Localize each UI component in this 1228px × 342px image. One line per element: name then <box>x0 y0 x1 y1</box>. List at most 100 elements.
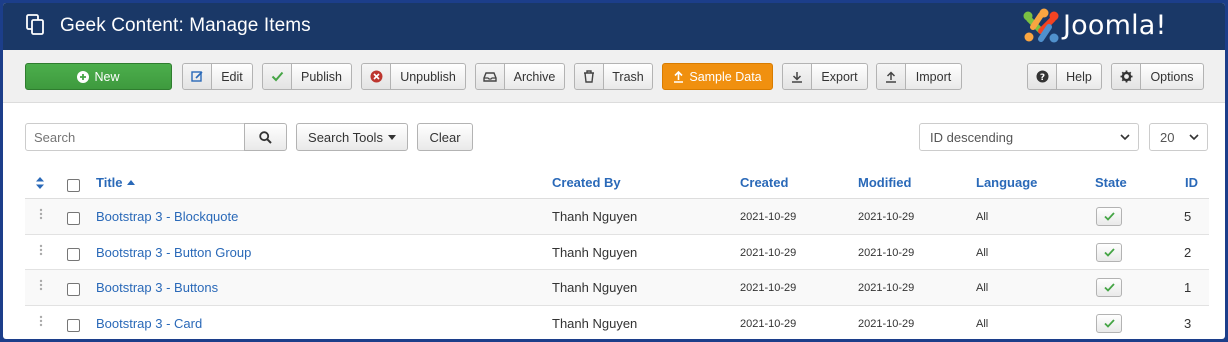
chevron-down-icon <box>1120 134 1130 141</box>
state-toggle-button[interactable] <box>1096 313 1122 333</box>
unpublish-button-label: Unpublish <box>400 69 456 84</box>
check-icon <box>1103 247 1115 257</box>
limit-value: 20 <box>1160 129 1175 145</box>
check-icon <box>1103 318 1115 328</box>
sample-data-button-label: Sample Data <box>689 69 762 84</box>
created-cell: 2021-10-29 <box>740 282 797 294</box>
table-row: Bootstrap 3 - Button Group Thanh Nguyen … <box>25 235 1209 270</box>
edit-button-label: Edit <box>221 69 243 84</box>
options-button[interactable]: Options <box>1111 63 1204 90</box>
search-tools-label: Search Tools <box>308 129 383 145</box>
items-table: Title Created By Created Modified Langua… <box>25 166 1209 339</box>
row-checkbox[interactable] <box>67 283 80 296</box>
id-cell: 3 <box>1184 315 1192 331</box>
item-title-link[interactable]: Bootstrap 3 - Buttons <box>96 280 218 295</box>
upload-icon <box>877 64 906 89</box>
import-button-label: Import <box>915 69 952 84</box>
table-row: Bootstrap 3 - Blockquote Thanh Nguyen 20… <box>25 199 1209 235</box>
table-row: Bootstrap 3 - Buttons Thanh Nguyen 2021-… <box>25 270 1209 306</box>
column-created-by[interactable]: Created By <box>552 175 621 190</box>
created-by-cell: Thanh Nguyen <box>552 315 638 331</box>
column-title[interactable]: Title <box>96 175 136 190</box>
language-cell: All <box>976 211 989 223</box>
app-window: Geek Content: Manage Items Joomla! New E… <box>3 3 1225 339</box>
help-button-label: Help <box>1066 69 1092 84</box>
select-all-checkbox[interactable] <box>67 179 80 192</box>
export-button[interactable]: Export <box>782 63 868 90</box>
table-header: Title Created By Created Modified Langua… <box>25 166 1209 199</box>
header-bar: Geek Content: Manage Items Joomla! <box>3 3 1225 50</box>
created-cell: 2021-10-29 <box>740 246 797 259</box>
chevron-down-icon <box>1189 134 1199 141</box>
page-title: Geek Content: Manage Items <box>60 15 311 36</box>
drag-handle-icon[interactable] <box>39 244 43 256</box>
publish-button-label: Publish <box>301 69 342 84</box>
ordering-select[interactable]: ID descending <box>919 123 1139 151</box>
id-cell: 2 <box>1184 244 1192 260</box>
publish-button[interactable]: Publish <box>262 63 352 90</box>
row-checkbox[interactable] <box>67 212 80 225</box>
drag-handle-icon[interactable] <box>39 279 43 291</box>
archive-button[interactable]: Archive <box>475 63 565 90</box>
clear-button-label: Clear <box>429 129 461 145</box>
import-button[interactable]: Import <box>876 63 962 90</box>
column-created[interactable]: Created <box>740 175 788 190</box>
new-button[interactable]: New <box>25 63 172 90</box>
toolbar: New Edit Publish Unpublish Archive Trash… <box>3 50 1225 103</box>
trash-button[interactable]: Trash <box>574 63 653 90</box>
modified-cell: 2021-10-29 <box>858 317 915 330</box>
column-title-label: Title <box>96 175 123 190</box>
item-title-link[interactable]: Bootstrap 3 - Blockquote <box>96 209 238 224</box>
ordering-value: ID descending <box>930 129 1014 145</box>
svg-text:?: ? <box>1039 73 1044 83</box>
clear-button[interactable]: Clear <box>417 123 473 151</box>
item-title-link[interactable]: Bootstrap 3 - Button Group <box>96 245 251 260</box>
x-circle-icon <box>362 64 391 89</box>
plus-circle-icon <box>77 70 90 83</box>
row-checkbox[interactable] <box>67 318 80 332</box>
search-icon <box>259 130 272 144</box>
trash-icon <box>575 64 604 89</box>
filter-bar: Search Tools Clear ID descending 20 <box>3 103 1225 163</box>
drag-handle-icon[interactable] <box>39 315 43 327</box>
state-toggle-button[interactable] <box>1096 278 1122 297</box>
column-state[interactable]: State <box>1095 175 1127 190</box>
column-id[interactable]: ID <box>1185 175 1198 190</box>
language-cell: All <box>976 317 989 330</box>
joomla-logo-text: Joomla! <box>1063 10 1167 41</box>
check-icon <box>263 64 292 89</box>
search-tools-button[interactable]: Search Tools <box>296 123 408 151</box>
unpublish-button[interactable]: Unpublish <box>361 63 466 90</box>
search-button[interactable] <box>244 123 287 151</box>
help-button[interactable]: ? Help <box>1027 63 1102 90</box>
question-icon: ? <box>1028 64 1057 89</box>
created-by-cell: Thanh Nguyen <box>552 280 638 295</box>
drag-handle-icon[interactable] <box>39 208 43 220</box>
sort-ordering-icon[interactable] <box>36 177 44 189</box>
row-checkbox[interactable] <box>67 247 80 261</box>
column-modified[interactable]: Modified <box>858 175 911 190</box>
state-toggle-button[interactable] <box>1096 207 1122 226</box>
created-cell: 2021-10-29 <box>740 211 797 223</box>
joomla-logo-icon <box>1023 8 1059 43</box>
modified-cell: 2021-10-29 <box>858 282 915 294</box>
options-button-label: Options <box>1150 69 1194 84</box>
joomla-logo[interactable]: Joomla! <box>1019 6 1219 48</box>
archive-icon <box>476 64 505 89</box>
archive-button-label: Archive <box>513 69 556 84</box>
id-cell: 1 <box>1184 280 1192 295</box>
gear-icon <box>1112 64 1141 89</box>
download-icon <box>783 64 812 89</box>
language-cell: All <box>976 282 989 294</box>
item-title-link[interactable]: Bootstrap 3 - Card <box>96 316 202 331</box>
export-button-label: Export <box>821 69 858 84</box>
edit-button[interactable]: Edit <box>182 63 253 90</box>
state-toggle-button[interactable] <box>1096 242 1122 262</box>
column-language[interactable]: Language <box>976 175 1037 190</box>
created-by-cell: Thanh Nguyen <box>552 244 638 260</box>
sample-data-button[interactable]: Sample Data <box>662 63 773 90</box>
limit-select[interactable]: 20 <box>1149 123 1208 151</box>
upload-icon <box>674 70 684 83</box>
search-input[interactable] <box>25 123 245 151</box>
created-by-cell: Thanh Nguyen <box>552 209 638 224</box>
